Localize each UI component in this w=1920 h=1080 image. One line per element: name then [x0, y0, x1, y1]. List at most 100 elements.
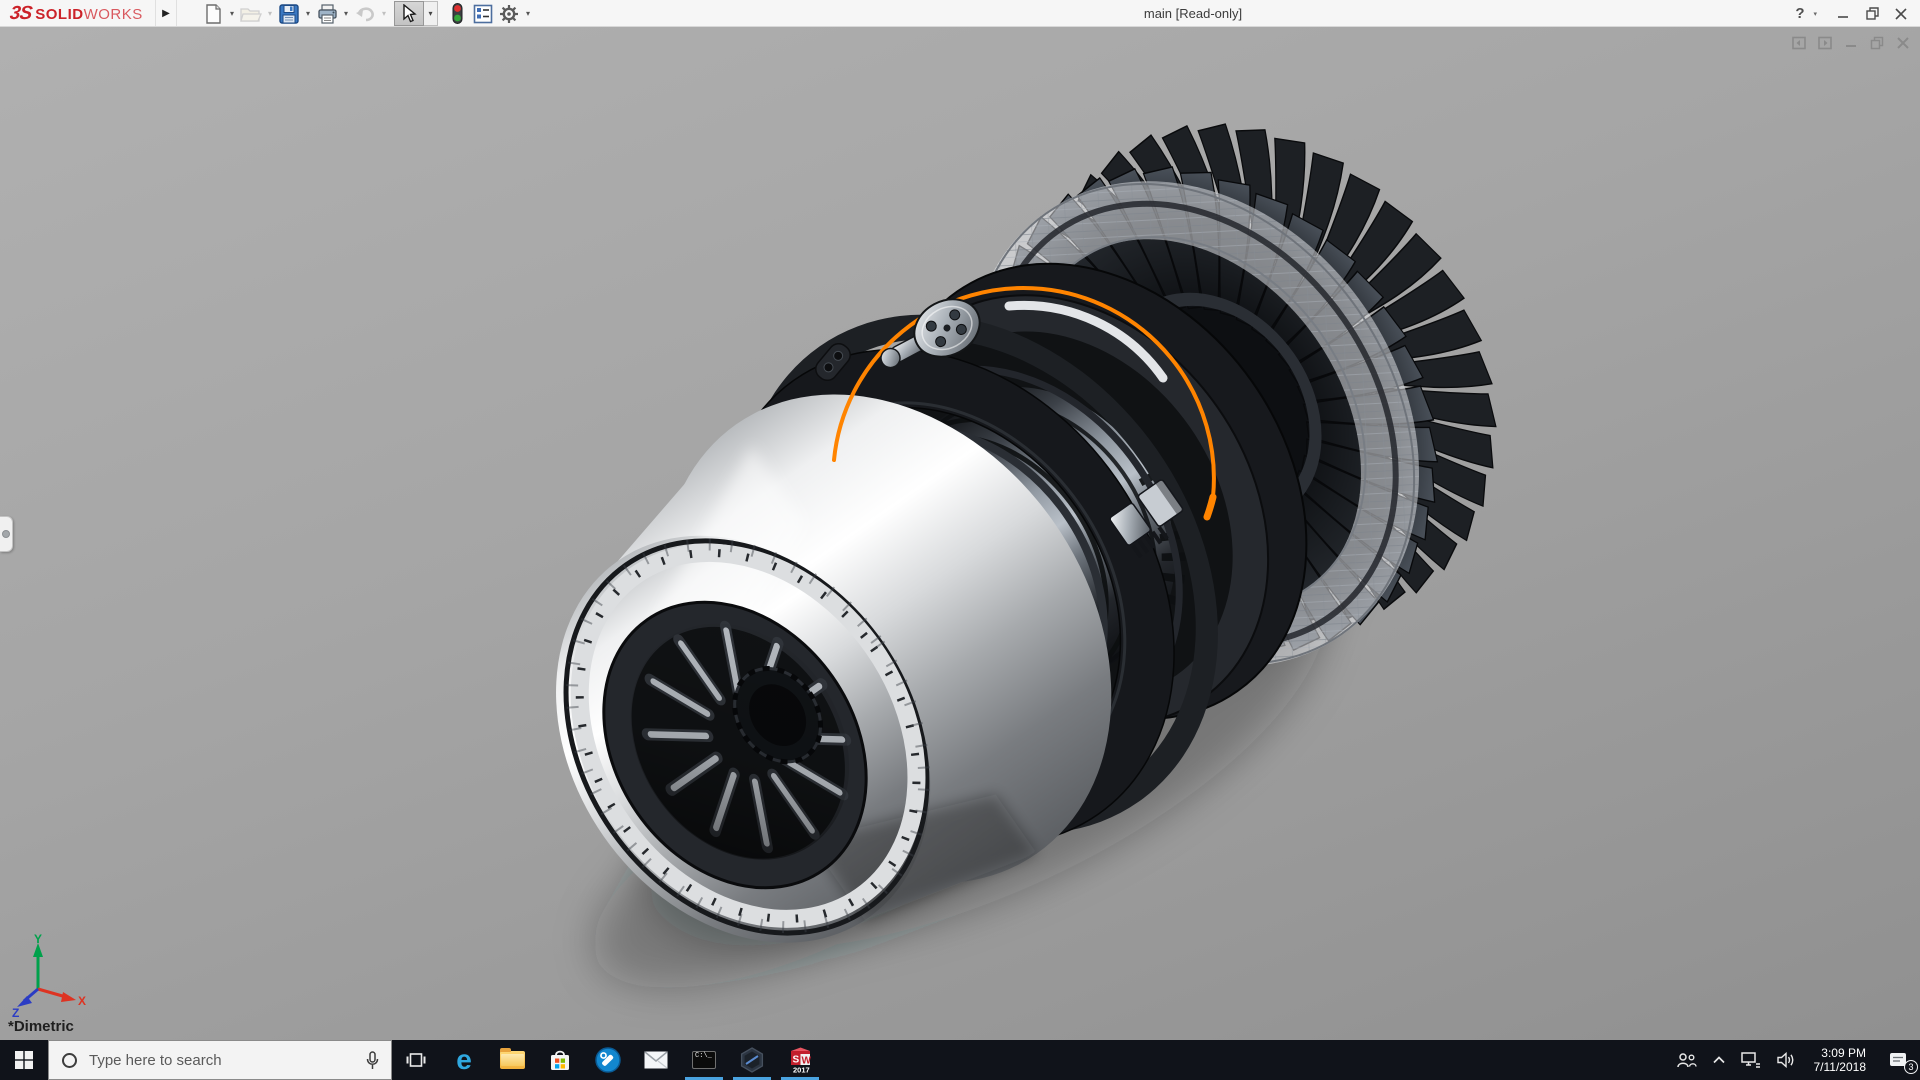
open-folder-icon	[240, 5, 262, 23]
ds-logo-glyph: 3S	[8, 3, 32, 25]
restore-button[interactable]	[1861, 3, 1883, 25]
select-tool-group: ▾	[394, 1, 438, 26]
taskbar-item-solidworks[interactable]: S W 2017	[776, 1040, 824, 1080]
minimize-button[interactable]	[1832, 3, 1854, 25]
action-center-button[interactable]: 3	[1876, 1040, 1920, 1080]
cortana-icon	[62, 1053, 77, 1068]
show-hidden-icons-button[interactable]	[1705, 1040, 1733, 1080]
file-properties-icon	[473, 4, 493, 24]
notification-badge: 3	[1904, 1060, 1918, 1074]
search-placeholder-text: Type here to search	[89, 1052, 366, 1069]
new-document-icon	[204, 4, 223, 24]
options-gear-icon	[499, 4, 519, 24]
brand-solid: SOLID	[35, 6, 83, 23]
new-document-button[interactable]	[200, 2, 226, 26]
undo-arrow-icon	[355, 5, 375, 23]
taskbar-search-input[interactable]: Type here to search	[48, 1040, 392, 1080]
quick-access-toolbar: ▾ ▾ ▾	[200, 0, 534, 27]
expand-arrow-icon: ▶	[162, 8, 170, 19]
restore-icon	[1866, 7, 1879, 20]
menu-expand-button[interactable]: ▶	[155, 0, 177, 26]
print-icon	[317, 4, 338, 24]
taskbar-item-store[interactable]	[536, 1040, 584, 1080]
network-button[interactable]	[1733, 1040, 1769, 1080]
task-view-button[interactable]	[392, 1040, 440, 1080]
windows-logo-icon	[15, 1051, 33, 1069]
volume-button[interactable]	[1769, 1040, 1804, 1080]
select-dropdown-caret[interactable]: ▾	[424, 1, 438, 26]
options-button[interactable]	[496, 2, 522, 26]
show-right-pane-button[interactable]	[1818, 36, 1832, 50]
command-prompt-icon: C:\_	[692, 1051, 716, 1069]
wrench-circle-icon	[595, 1047, 621, 1073]
people-icon	[1677, 1052, 1697, 1068]
close-icon	[1895, 8, 1907, 20]
open-dropdown-caret[interactable]: ▾	[264, 9, 276, 18]
mail-icon	[644, 1051, 668, 1069]
taskbar-item-command-prompt[interactable]: C:\_	[680, 1040, 728, 1080]
taskbar-item-file-explorer[interactable]	[488, 1040, 536, 1080]
view-orientation-label: *Dimetric	[8, 1018, 74, 1035]
open-button[interactable]	[238, 2, 264, 26]
task-view-icon	[406, 1052, 426, 1068]
taskbar-item-edge[interactable]: e	[440, 1040, 488, 1080]
brand-works: WORKS	[84, 6, 143, 23]
taskbar-clock[interactable]: 3:09 PM 7/11/2018	[1804, 1046, 1877, 1074]
network-icon	[1741, 1052, 1761, 1069]
window-controls: ? ▾	[1793, 0, 1912, 27]
undo-dropdown-caret[interactable]: ▾	[378, 9, 390, 18]
triad-y-label: Y	[34, 933, 42, 946]
rebuild-button[interactable]	[444, 2, 470, 26]
select-tool-button[interactable]	[394, 1, 424, 26]
print-button[interactable]	[314, 2, 340, 26]
triad-x-label: X	[78, 994, 86, 1008]
windows-taskbar: Type here to search e	[0, 1040, 1920, 1080]
svg-text:2017: 2017	[793, 1066, 810, 1075]
close-button[interactable]	[1890, 3, 1912, 25]
speaker-icon	[1777, 1052, 1796, 1068]
3d-model-jet-engine[interactable]	[0, 27, 1920, 1040]
chevron-up-icon	[1713, 1056, 1725, 1064]
document-title: main [Read-only]	[1144, 6, 1242, 21]
solidworks-logo: 3S SOLIDWORKS	[10, 3, 143, 25]
reference-triad: Y X Z	[10, 933, 90, 1017]
svg-text:S: S	[792, 1055, 799, 1066]
options-dropdown-caret[interactable]: ▾	[522, 9, 534, 18]
help-button[interactable]: ?	[1793, 5, 1806, 22]
doc-restore-button[interactable]	[1870, 36, 1884, 50]
clock-date: 7/11/2018	[1814, 1060, 1867, 1074]
taskbar-item-utility[interactable]	[584, 1040, 632, 1080]
undo-button[interactable]	[352, 2, 378, 26]
show-left-pane-button[interactable]	[1792, 36, 1806, 50]
titlebar: 3S SOLIDWORKS ▶ ▾ ▾	[0, 0, 1920, 27]
triad-z-label: Z	[12, 1006, 19, 1017]
rebuild-traffic-light-icon	[452, 3, 463, 24]
start-button[interactable]	[0, 1040, 48, 1080]
flyout-dot-icon	[2, 530, 10, 538]
doc-minimize-button[interactable]	[1844, 36, 1858, 50]
taskbar-item-hexagon-app[interactable]	[728, 1040, 776, 1080]
save-floppy-icon	[279, 4, 299, 24]
new-dropdown-caret[interactable]: ▾	[226, 9, 238, 18]
taskbar-item-mail[interactable]	[632, 1040, 680, 1080]
help-dropdown-caret[interactable]: ▾	[1813, 10, 1817, 18]
system-tray: 3:09 PM 7/11/2018 3	[1669, 1040, 1920, 1080]
edge-icon: e	[456, 1046, 472, 1074]
doc-close-button[interactable]	[1896, 36, 1910, 50]
people-button[interactable]	[1669, 1040, 1705, 1080]
graphics-area[interactable]: Y X Z *Dimetric	[0, 27, 1920, 1040]
solidworks-app-icon: S W 2017	[787, 1046, 814, 1074]
document-window-controls	[1792, 36, 1910, 50]
clock-time: 3:09 PM	[1814, 1046, 1867, 1060]
microphone-icon[interactable]	[366, 1051, 379, 1070]
panel-flyout-tab[interactable]	[0, 516, 13, 552]
file-explorer-icon	[500, 1051, 525, 1069]
save-dropdown-caret[interactable]: ▾	[302, 9, 314, 18]
hexagon-app-icon	[739, 1047, 765, 1073]
save-button[interactable]	[276, 2, 302, 26]
file-properties-button[interactable]	[470, 2, 496, 26]
minimize-icon	[1837, 8, 1849, 20]
select-cursor-icon	[402, 4, 417, 23]
store-icon	[549, 1049, 571, 1072]
print-dropdown-caret[interactable]: ▾	[340, 9, 352, 18]
